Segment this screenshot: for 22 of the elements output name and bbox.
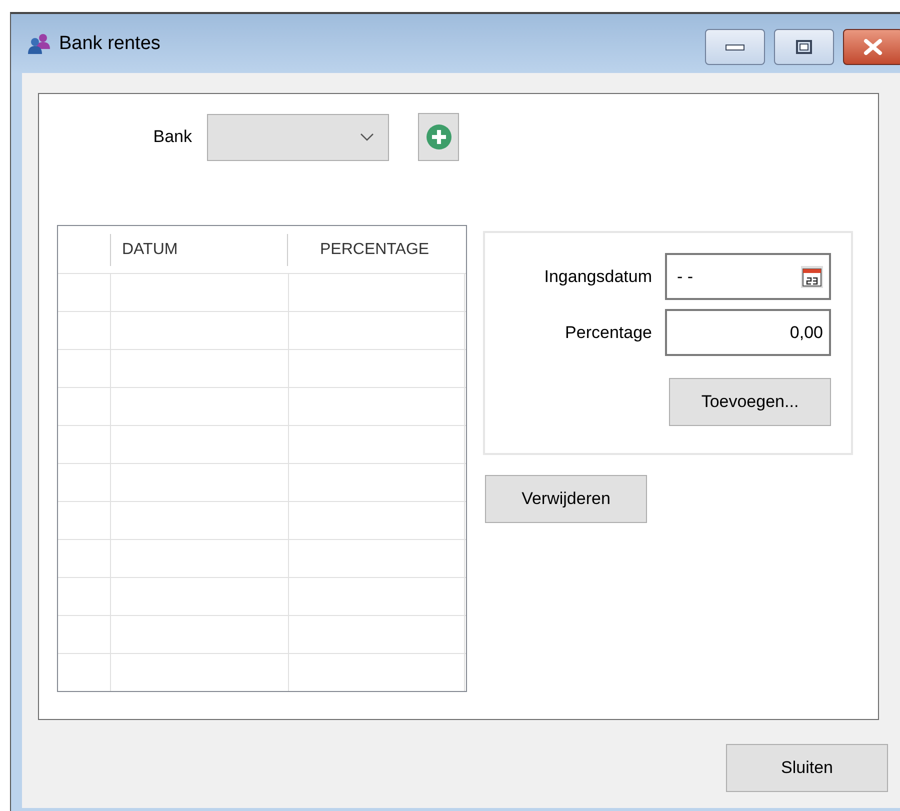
add-button[interactable] [418, 113, 459, 161]
calendar-icon[interactable] [801, 266, 823, 288]
maximize-button[interactable] [774, 29, 834, 65]
minimize-icon [725, 42, 745, 52]
number-field[interactable]: 0,00 [665, 309, 831, 356]
field-label: Percentage [564, 322, 652, 342]
minimize-button[interactable] [705, 29, 765, 65]
column-header: PERCENTAGE [320, 240, 430, 258]
maximize-icon [796, 40, 812, 54]
plus-icon [426, 124, 452, 150]
date-field[interactable]: - - [665, 253, 831, 300]
people-icon [27, 32, 51, 54]
delete-button[interactable]: Verwijderen [485, 475, 647, 523]
close-icon [863, 39, 883, 55]
bank-label: Bank [152, 127, 192, 147]
field-label: Ingangsdatum [543, 266, 652, 286]
window-title: Bank rentes [59, 32, 160, 54]
close-button[interactable] [843, 29, 900, 65]
caret-icon [360, 133, 374, 141]
column-header: DATUM [122, 240, 178, 258]
add-entry-button[interactable]: Toevoegen... [669, 378, 831, 426]
close-dialog-button[interactable]: Sluiten [726, 744, 888, 792]
